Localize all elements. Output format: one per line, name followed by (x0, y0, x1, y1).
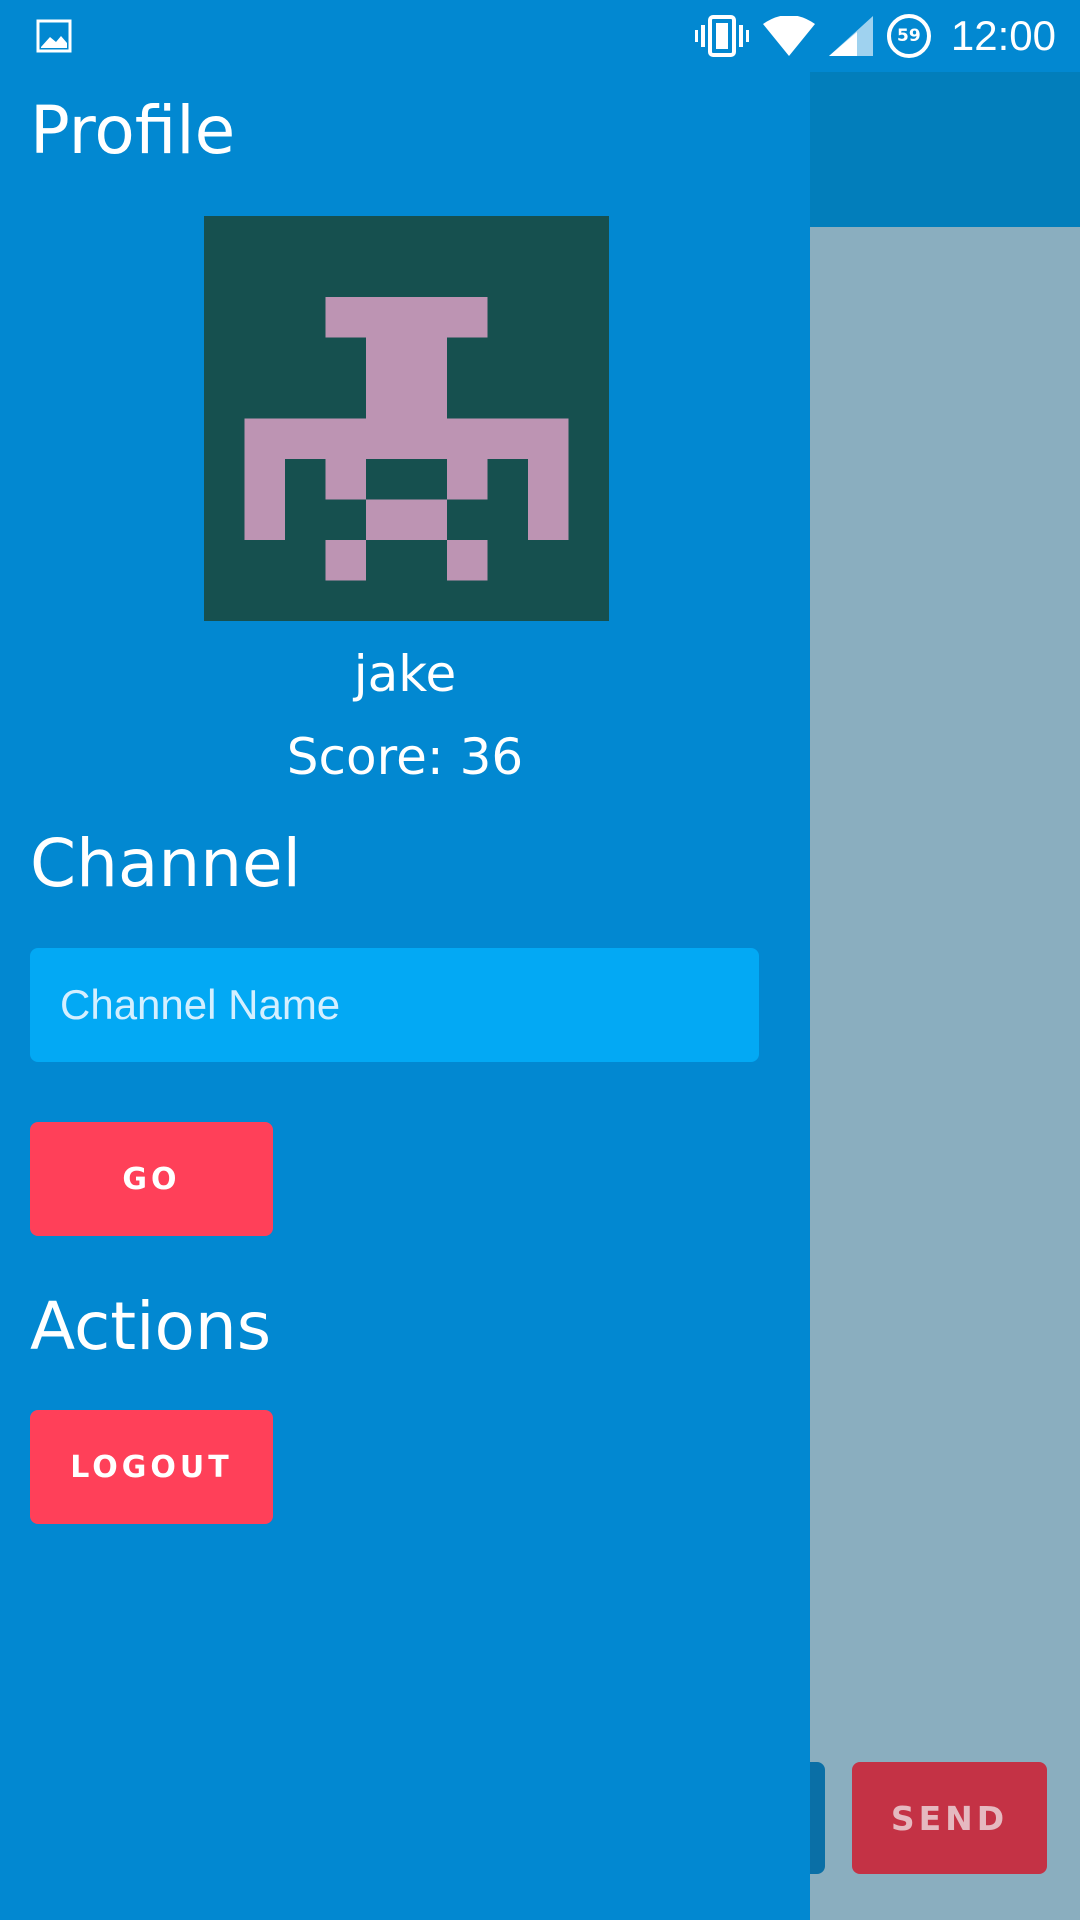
profile-heading: Profile (30, 92, 236, 169)
channel-heading: Channel (30, 825, 301, 902)
send-button[interactable]: SEND (852, 1762, 1047, 1874)
clock: 12:00 (950, 12, 1056, 59)
app-screen: SEND 59 12:00 Profile jake Score: 36 Cha… (0, 0, 1080, 1920)
status-bar: 59 12:00 (0, 0, 1080, 72)
battery-icon: 59 (886, 14, 931, 58)
username: jake (353, 645, 457, 703)
navigation-drawer: Profile jake Score: 36 Channel GO Action… (0, 0, 810, 1920)
channel-name-input[interactable] (30, 948, 759, 1062)
wifi-icon (762, 16, 815, 56)
go-button[interactable]: GO (30, 1122, 273, 1236)
status-icons: 59 12:00 (694, 0, 1056, 72)
image-icon (36, 19, 72, 53)
user-avatar (204, 216, 609, 621)
actions-heading: Actions (30, 1288, 272, 1365)
logout-button[interactable]: LOGOUT (30, 1410, 273, 1524)
user-score: Score: 36 (286, 728, 524, 786)
vibrate-icon (694, 15, 749, 57)
cell-signal-icon (828, 16, 873, 56)
